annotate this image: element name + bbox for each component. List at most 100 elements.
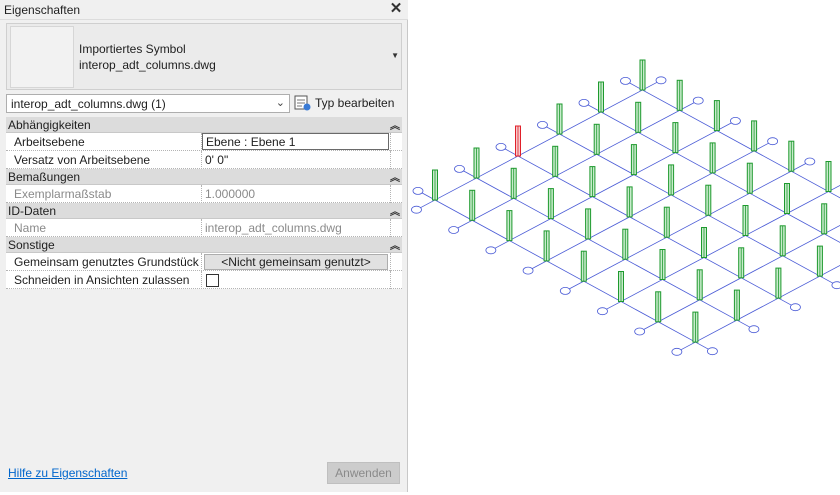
column[interactable] <box>635 101 642 133</box>
column[interactable] <box>775 267 782 299</box>
collapse-icon[interactable]: ︽ <box>390 117 400 132</box>
grid-line[interactable] <box>494 122 732 249</box>
properties-help-link[interactable]: Hilfe zu Eigenschaften <box>8 466 127 480</box>
apply-button[interactable]: Anwenden <box>327 462 400 484</box>
grid-line[interactable] <box>457 102 695 229</box>
grid-bubble[interactable] <box>522 266 534 275</box>
type-selector[interactable]: Importiertes Symbol interop_adt_columns.… <box>6 23 402 90</box>
column[interactable] <box>639 59 646 91</box>
selected-column[interactable] <box>515 125 521 157</box>
column[interactable] <box>816 245 823 277</box>
column[interactable] <box>746 162 753 194</box>
column[interactable] <box>713 100 720 132</box>
grid-bubble[interactable] <box>454 164 465 173</box>
grid-bubble[interactable] <box>578 98 590 107</box>
shared-site-button[interactable]: <Nicht gemeinsam genutzt> <box>204 254 388 270</box>
grid-bubble[interactable] <box>412 186 424 195</box>
column[interactable] <box>709 142 716 174</box>
grid-bubble[interactable] <box>537 120 548 129</box>
column[interactable] <box>593 123 600 155</box>
grid-bubble[interactable] <box>692 96 704 105</box>
column[interactable] <box>543 230 550 262</box>
column[interactable] <box>738 247 745 279</box>
work-plane-value-field[interactable]: Ebene : Ebene 1 <box>202 133 389 150</box>
grid-bubble[interactable] <box>448 226 460 234</box>
column[interactable] <box>510 167 517 199</box>
grid-bubble[interactable] <box>804 157 816 166</box>
chevron-down-icon[interactable]: ⌄ <box>276 96 285 109</box>
edit-type-button[interactable]: Typ bearbeiten <box>294 93 394 113</box>
column[interactable] <box>751 120 758 152</box>
param-row-name: Name interop_adt_columns.dwg <box>6 219 402 237</box>
grid-bubble[interactable] <box>655 76 667 85</box>
grid-bubble[interactable] <box>748 325 760 334</box>
column[interactable] <box>469 189 476 221</box>
grid-bubble[interactable] <box>559 286 571 295</box>
column[interactable] <box>626 186 633 218</box>
column[interactable] <box>618 271 624 302</box>
edit-type-icon <box>294 95 311 111</box>
column[interactable] <box>473 147 480 179</box>
collapse-icon[interactable]: ︽ <box>390 169 400 184</box>
grid-bubble[interactable] <box>707 347 718 356</box>
grid-bubble[interactable] <box>485 246 497 255</box>
column[interactable] <box>672 122 679 154</box>
grid-line[interactable] <box>531 142 769 269</box>
3d-view-canvas[interactable] <box>409 0 840 492</box>
grid-line[interactable] <box>569 163 807 290</box>
column[interactable] <box>788 140 795 172</box>
param-name: Name <box>14 221 47 235</box>
column[interactable] <box>589 166 596 198</box>
grid-bubble[interactable] <box>730 117 741 125</box>
column[interactable] <box>784 183 790 214</box>
grid-bubble[interactable] <box>671 347 683 356</box>
column[interactable] <box>506 210 513 242</box>
column[interactable] <box>432 169 438 201</box>
column[interactable] <box>556 103 563 135</box>
column[interactable] <box>630 144 637 176</box>
column[interactable] <box>580 250 587 282</box>
grid-bubble[interactable] <box>495 142 507 151</box>
grid-bubble[interactable] <box>634 327 646 336</box>
column[interactable] <box>676 79 683 111</box>
grid-bubble[interactable] <box>597 307 608 316</box>
column[interactable] <box>779 225 786 257</box>
column[interactable] <box>821 203 828 235</box>
column[interactable] <box>742 205 749 236</box>
type-dropdown-arrow-icon[interactable]: ▼ <box>391 51 399 60</box>
column[interactable] <box>585 208 592 240</box>
column[interactable] <box>552 145 559 177</box>
column[interactable] <box>663 206 670 238</box>
offset-value-field[interactable]: 0' 0" <box>205 153 228 167</box>
close-icon[interactable]: ✕ <box>388 1 404 17</box>
column[interactable] <box>701 227 707 258</box>
grid-bubble[interactable] <box>620 76 631 85</box>
column[interactable] <box>825 161 832 192</box>
column[interactable] <box>668 164 675 196</box>
grid-line[interactable] <box>606 184 840 310</box>
properties-grid: Abhängigkeiten ︽ Arbeitsebene Ebene : Eb… <box>6 117 402 289</box>
group-constraints[interactable]: Abhängigkeiten ︽ <box>6 117 402 133</box>
column[interactable] <box>692 311 699 343</box>
column[interactable] <box>659 249 666 280</box>
column[interactable] <box>733 289 740 321</box>
column[interactable] <box>598 81 604 113</box>
column[interactable] <box>622 228 629 260</box>
grid-bubble[interactable] <box>790 303 801 312</box>
instance-filter-select[interactable]: interop_adt_columns.dwg (1) ⌄ <box>6 94 290 113</box>
grid-bubble[interactable] <box>767 137 779 146</box>
grid-bubble[interactable] <box>831 281 840 290</box>
column[interactable] <box>705 184 712 216</box>
grid-line[interactable] <box>420 81 658 209</box>
group-dimensions[interactable]: Bemaßungen ︽ <box>6 169 402 185</box>
collapse-icon[interactable]: ︽ <box>390 203 400 218</box>
column[interactable] <box>655 291 662 323</box>
collapse-icon[interactable]: ︽ <box>390 237 400 252</box>
type-file-label: interop_adt_columns.dwg <box>79 58 216 72</box>
group-identity[interactable]: ID-Daten ︽ <box>6 203 402 219</box>
group-other[interactable]: Sonstige ︽ <box>6 237 402 253</box>
column[interactable] <box>547 188 554 220</box>
cut-in-views-checkbox[interactable] <box>206 274 219 287</box>
grid-bubble[interactable] <box>411 205 422 214</box>
column[interactable] <box>696 269 703 301</box>
